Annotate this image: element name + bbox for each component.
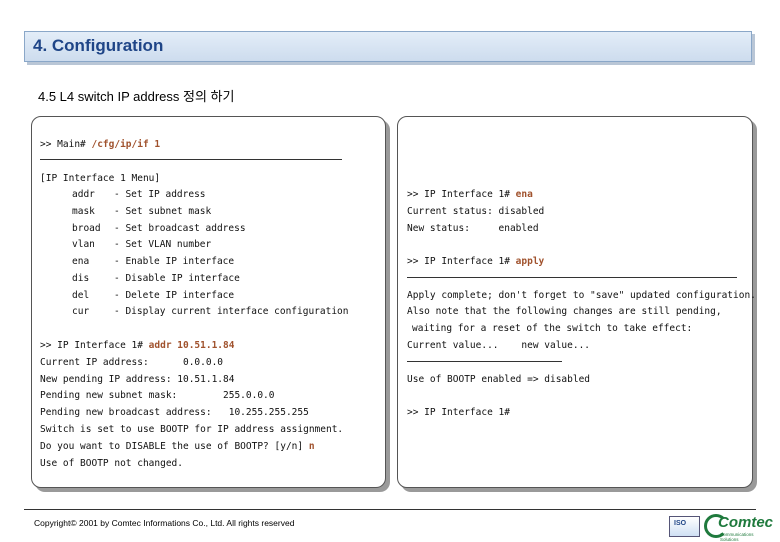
- menu-desc: - Delete IP interface: [114, 290, 235, 301]
- output-line: Current IP address: 0.0.0.0: [40, 357, 224, 368]
- menu-cmd: broad: [72, 223, 101, 234]
- certification-badge-icon: ISO: [669, 516, 700, 537]
- menu-desc: - Display current interface configuratio…: [114, 306, 349, 317]
- command-text: apply: [515, 256, 545, 267]
- menu-cmd: addr: [72, 189, 95, 200]
- menu-cmd: ena: [72, 256, 90, 267]
- output-line: Current value... new value...: [407, 340, 591, 351]
- menu-desc: - Set subnet mask: [114, 206, 212, 217]
- menu-desc: - Disable IP interface: [114, 273, 240, 284]
- command-text: /cfg/ip/if 1: [91, 139, 161, 150]
- footer-divider: [24, 509, 756, 510]
- prompt: >> Main#: [40, 139, 92, 150]
- output-line: Use of BOOTP not changed.: [40, 458, 183, 469]
- output-line: waiting for a reset of the switch to tak…: [412, 323, 693, 334]
- menu-desc: - Set broadcast address: [114, 223, 246, 234]
- copyright-text: Copyright© 2001 by Comtec Informations C…: [34, 518, 295, 528]
- output-line: Also note that the following changes are…: [407, 306, 722, 317]
- menu-desc: - Enable IP interface: [114, 256, 235, 267]
- menu-cmd: mask: [72, 206, 95, 217]
- command-text: n: [308, 441, 315, 452]
- menu-cmd: dis: [72, 273, 90, 284]
- menu-title: [IP Interface 1 Menu]: [40, 173, 161, 184]
- menu-desc: - Set VLAN number: [114, 239, 212, 250]
- command-text: addr 10.51.1.84: [148, 340, 235, 351]
- terminal-line-addr: >> IP Interface 1# addr 10.51.1.84: [40, 340, 234, 352]
- output-line: Use of BOOTP enabled => disabled: [407, 374, 591, 385]
- terminal-line-main: >> Main# /cfg/ip/if 1: [40, 139, 160, 151]
- terminal-panel-right: >> IP Interface 1# ena Current status: d…: [397, 116, 756, 488]
- output-line: New pending IP address: 10.51.1.84: [40, 374, 235, 385]
- output-line: Current status: disabled: [407, 206, 545, 217]
- divider: [40, 159, 342, 160]
- logo-subtext: Communications Solutions: [720, 532, 754, 542]
- terminal-line-ena: >> IP Interface 1# ena: [407, 189, 533, 201]
- output-line: Pending new broadcast address: 10.255.25…: [40, 407, 309, 418]
- output-line: Switch is set to use BOOTP for IP addres…: [40, 424, 344, 435]
- prompt: >> IP Interface 1#: [407, 256, 516, 267]
- command-text: ena: [515, 189, 533, 200]
- section-header: 4. Configuration: [24, 31, 752, 62]
- output-line: Apply complete; don't forget to "save" u…: [407, 290, 756, 301]
- logo-text: Comtec: [718, 514, 774, 531]
- terminal-line-bootp-prompt: Do you want to DISABLE the use of BOOTP?…: [40, 441, 315, 453]
- terminal-line-prompt: >> IP Interface 1#: [407, 407, 510, 418]
- question-text: Do you want to DISABLE the use of BOOTP?…: [40, 441, 309, 452]
- output-line: Pending new subnet mask: 255.0.0.0: [40, 390, 275, 401]
- menu-cmd: vlan: [72, 239, 95, 250]
- company-logo: Comtec Communications Solutions: [704, 512, 773, 542]
- badge-text: ISO: [674, 520, 687, 527]
- divider: [407, 277, 737, 278]
- menu-desc: - Set IP address: [114, 189, 206, 200]
- page-subtitle: 4.5 L4 switch IP address 정의 하기: [38, 89, 235, 104]
- terminal-panel-left: >> Main# /cfg/ip/if 1 [IP Interface 1 Me…: [31, 116, 386, 488]
- prompt: >> IP Interface 1#: [407, 189, 516, 200]
- menu-cmd: del: [72, 290, 90, 301]
- output-line: New status: enabled: [407, 223, 539, 234]
- section-title: 4. Configuration: [33, 36, 164, 55]
- menu-cmd: cur: [72, 306, 90, 317]
- terminal-line-apply: >> IP Interface 1# apply: [407, 256, 544, 268]
- divider: [407, 361, 562, 362]
- prompt: >> IP Interface 1#: [40, 340, 149, 351]
